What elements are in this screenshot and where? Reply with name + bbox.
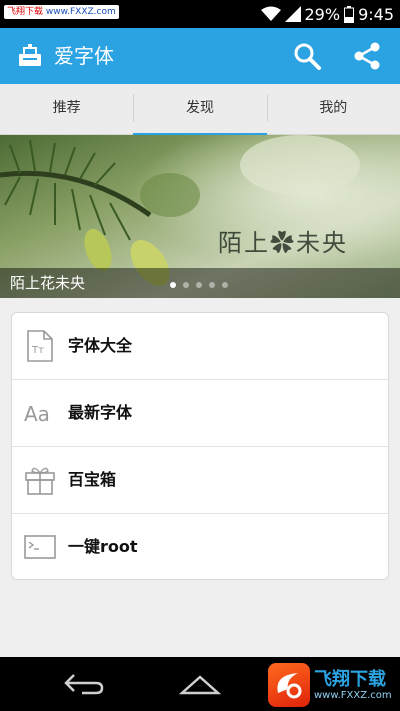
carousel-dot[interactable] (222, 282, 228, 288)
menu-card: Tт 字体大全 Aa 最新字体 百宝箱 一键root (11, 312, 389, 580)
watermark-logo-glyph (277, 673, 302, 699)
battery-percent: 29% (304, 4, 341, 24)
app-bar: 爱字体 (0, 28, 400, 84)
top-watermark: 飞翔下载 www.FXXZ.com (4, 5, 119, 19)
menu-item-label: 字体大全 (68, 336, 133, 355)
menu-item-latest-fonts[interactable]: Aa 最新字体 (12, 379, 388, 446)
menu-item-label: 一键root (68, 537, 138, 556)
terminal-icon (24, 535, 56, 559)
tab-discover[interactable]: 发现 (133, 84, 267, 136)
home-icon[interactable] (178, 671, 222, 697)
search-icon[interactable] (290, 39, 324, 73)
watermark-logo-icon (268, 663, 310, 707)
watermark-url: www.FXXZ.com (314, 690, 392, 701)
app-logo-icon (19, 44, 41, 66)
clock: 9:45 (358, 4, 394, 24)
menu-item-label: 最新字体 (68, 403, 133, 422)
banner-carousel[interactable]: 陌上✿未央 陌上花未央 (0, 135, 400, 298)
back-icon[interactable] (62, 671, 106, 697)
carousel-dot[interactable] (183, 282, 189, 288)
wifi-icon (260, 6, 281, 21)
tab-recommend[interactable]: 推荐 (0, 84, 133, 134)
tab-mine[interactable]: 我的 (266, 84, 400, 134)
carousel-dot[interactable] (196, 282, 202, 288)
menu-item-one-click-root[interactable]: 一键root (12, 513, 388, 580)
status-indicators: 29% 9:45 (260, 0, 394, 28)
menu-item-toolbox[interactable]: 百宝箱 (12, 446, 388, 513)
status-bar: 飞翔下载 www.FXXZ.com 29% 9:45 (0, 0, 400, 28)
carousel-dot[interactable] (170, 282, 176, 288)
bottom-watermark: 飞翔下载 www.FXXZ.com (268, 663, 394, 707)
app-title: 爱字体 (54, 44, 114, 68)
watermark-brand: 飞翔下载 (314, 669, 386, 690)
menu-item-font-collection[interactable]: Tт 字体大全 (12, 313, 388, 379)
menu-item-label: 百宝箱 (68, 470, 117, 489)
watermark-prefix: 飞翔下载 (7, 7, 44, 17)
signal-icon (284, 6, 301, 22)
battery-icon (344, 5, 355, 23)
aa-letters-icon: Aa (24, 402, 50, 426)
carousel-dot[interactable] (209, 282, 215, 288)
watermark-url: www.FXXZ.com (45, 7, 116, 17)
banner-image-text: 陌上✿未央 (218, 229, 348, 257)
svg-text:Aa: Aa (24, 402, 50, 426)
font-file-icon: Tт (27, 330, 53, 362)
share-icon[interactable] (350, 39, 384, 73)
gift-box-icon (25, 467, 55, 495)
tab-bar: 推荐 发现 我的 (0, 84, 400, 136)
carousel-indicator (170, 282, 228, 288)
banner-caption: 陌上花未央 (10, 274, 86, 292)
svg-text:Tт: Tт (31, 345, 44, 356)
